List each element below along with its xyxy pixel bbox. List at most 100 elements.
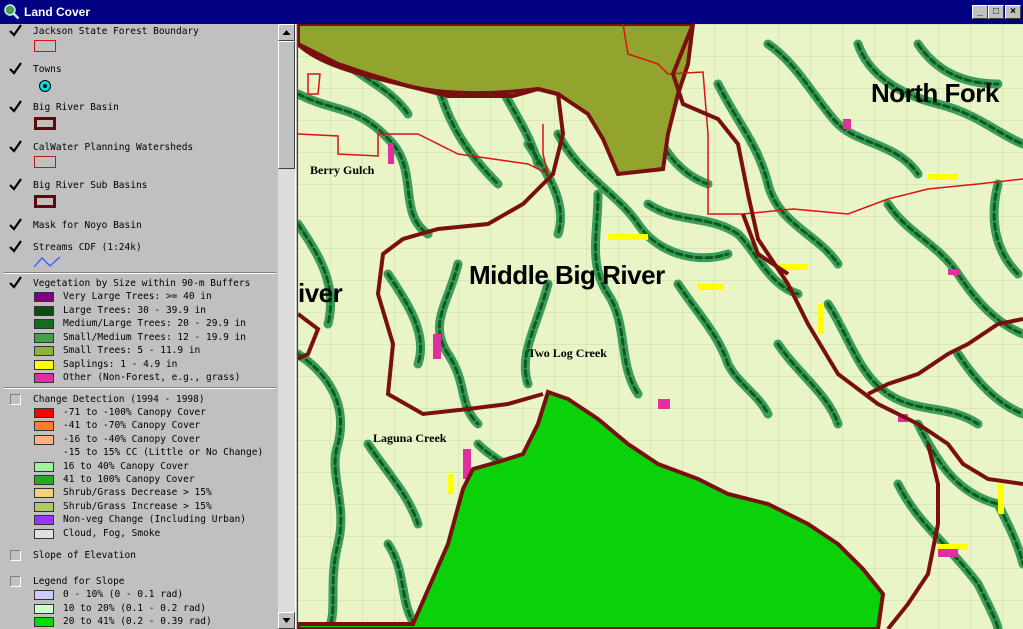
legend-label: -41 to -70% Canopy Cover <box>63 420 201 432</box>
watershed-symbol <box>34 156 56 168</box>
legend-swatch <box>34 305 54 316</box>
legend-swatch <box>34 332 54 343</box>
maximize-button[interactable]: □ <box>988 5 1004 19</box>
layer-checkbox[interactable] <box>9 62 22 75</box>
minimize-icon: _ <box>977 6 983 17</box>
title-bar[interactable]: Land Cover _ □ × <box>0 0 1023 24</box>
map-canvas[interactable] <box>298 24 1023 629</box>
globe-magnifier-icon <box>4 4 20 20</box>
checkmark-icon <box>9 100 22 113</box>
legend-label: -15 to 15% CC (Little or No Change) <box>63 447 264 459</box>
legend-swatch <box>34 421 54 432</box>
legend-swatch <box>34 617 54 627</box>
legend-swatch <box>34 515 54 526</box>
legend-label: 0 - 10% (0 - 0.1 rad) <box>63 589 184 600</box>
layer-big-river-basin[interactable]: Big River Basin <box>0 100 278 117</box>
legend-label: Cloud, Fog, Smoke <box>63 527 161 539</box>
layer-name: Slope of Elevation <box>33 550 136 561</box>
scroll-down-button[interactable] <box>278 612 295 629</box>
close-button[interactable]: × <box>1005 5 1021 19</box>
legend-label: Very Large Trees: >= 40 in <box>63 291 212 302</box>
layer-name: CalWater Planning Watersheds <box>33 142 194 153</box>
layer-mask-for-noyo-basin[interactable]: Mask for Noyo Basin <box>0 218 278 235</box>
sapling-patch <box>998 484 1004 514</box>
layer-checkbox[interactable] <box>9 24 22 37</box>
close-icon: × <box>1010 6 1016 17</box>
minimize-button[interactable]: _ <box>972 5 988 19</box>
window-title: Land Cover <box>24 5 91 19</box>
non-forest-patch <box>843 119 851 129</box>
legend-swatch <box>34 408 54 418</box>
legend-label: 41 to 100% Canopy Cover <box>63 474 195 485</box>
checkmark-icon <box>9 62 22 75</box>
land-cover-window: Land Cover _ □ × Jackson State Forest Bo… <box>0 0 1023 629</box>
legend-label: Large Trees: 30 - 39.9 in <box>63 304 206 316</box>
layer-checkbox[interactable] <box>9 276 22 289</box>
layer-name: Vegetation by Size within 90-m Buffers <box>33 278 251 289</box>
layer-big-river-sub-basins[interactable]: Big River Sub Basins <box>0 178 278 195</box>
sapling-patch <box>818 304 824 334</box>
separator <box>4 387 276 389</box>
layer-checkbox[interactable] <box>9 178 22 191</box>
legend-swatch <box>34 528 54 539</box>
sapling-patch <box>928 174 958 180</box>
layer-checkbox[interactable] <box>10 394 21 405</box>
legend-swatch <box>34 359 54 370</box>
legend-label: -71 to -100% Canopy Cover <box>63 407 206 418</box>
layer-name: Mask for Noyo Basin <box>33 220 142 231</box>
toc-scrollbar[interactable] <box>278 24 295 629</box>
checkmark-icon <box>9 140 22 153</box>
layer-checkbox[interactable] <box>9 218 22 231</box>
legend-swatch <box>34 292 54 302</box>
legend-swatch <box>34 373 54 383</box>
legend-swatch <box>34 488 54 499</box>
legend-label: Small/Medium Trees: 12 - 19.9 in <box>63 331 247 343</box>
legend-swatch <box>34 346 54 356</box>
checkmark-icon <box>9 178 22 191</box>
layer-checkbox[interactable] <box>9 100 22 113</box>
legend-swatch <box>34 434 54 445</box>
map-label-north-fork: North Fork <box>871 78 999 108</box>
arrow-down-icon <box>282 618 291 623</box>
sub-basin-symbol <box>34 195 56 208</box>
map-label-berry-gulch: Berry Gulch <box>310 163 375 177</box>
layer-towns[interactable]: Towns <box>0 62 278 79</box>
layer-name: Towns <box>33 64 62 75</box>
legend-label: Shrub/Grass Decrease > 15% <box>63 487 212 499</box>
legend-label: Saplings: 1 - 4.9 in <box>63 358 178 370</box>
checkmark-icon <box>9 240 22 253</box>
town-point-icon <box>39 80 51 92</box>
checkmark-icon <box>9 24 22 37</box>
layer-checkbox[interactable] <box>10 550 21 561</box>
map-label-two-log-creek: Two Log Creek <box>528 346 607 360</box>
map-view[interactable]: North Fork Middle Big River iver Berry G… <box>298 24 1023 629</box>
legend-swatch <box>34 475 54 485</box>
legend-label: -16 to -40% Canopy Cover <box>63 433 201 445</box>
non-forest-patch <box>433 334 441 359</box>
legend-swatch <box>34 461 54 472</box>
layer-name: Jackson State Forest Boundary <box>33 26 199 37</box>
layer-name: Legend for Slope <box>33 576 125 587</box>
map-label-river-fragment: iver <box>298 278 343 308</box>
layer-checkbox[interactable] <box>10 576 21 587</box>
non-forest-patch <box>388 144 394 164</box>
legend-label: 10 to 20% (0.1 - 0.2 rad) <box>63 602 206 614</box>
layer-jackson-state-forest-boundary[interactable]: Jackson State Forest Boundary <box>0 24 278 41</box>
layer-calwater-planning-watersheds[interactable]: CalWater Planning Watersheds <box>0 140 278 157</box>
sapling-patch <box>608 234 648 240</box>
layer-checkbox[interactable] <box>9 240 22 253</box>
non-forest-patch <box>658 399 670 409</box>
layer-slope-of-elevation[interactable]: Slope of Elevation <box>0 549 278 565</box>
legend-label: Small Trees: 5 - 11.9 in <box>63 345 201 356</box>
boundary-symbol <box>34 40 56 52</box>
layer-checkbox[interactable] <box>9 140 22 153</box>
layer-name: Streams CDF (1:24k) <box>33 242 142 253</box>
scroll-thumb[interactable] <box>278 41 295 169</box>
scroll-up-button[interactable] <box>278 24 295 41</box>
legend-label: Non-veg Change (Including Urban) <box>63 514 247 526</box>
legend-label: Medium/Large Trees: 20 - 29.9 in <box>63 318 247 329</box>
legend-swatch <box>34 590 54 600</box>
checkmark-icon <box>9 218 22 231</box>
legend-swatch <box>34 319 54 329</box>
separator <box>4 272 276 274</box>
